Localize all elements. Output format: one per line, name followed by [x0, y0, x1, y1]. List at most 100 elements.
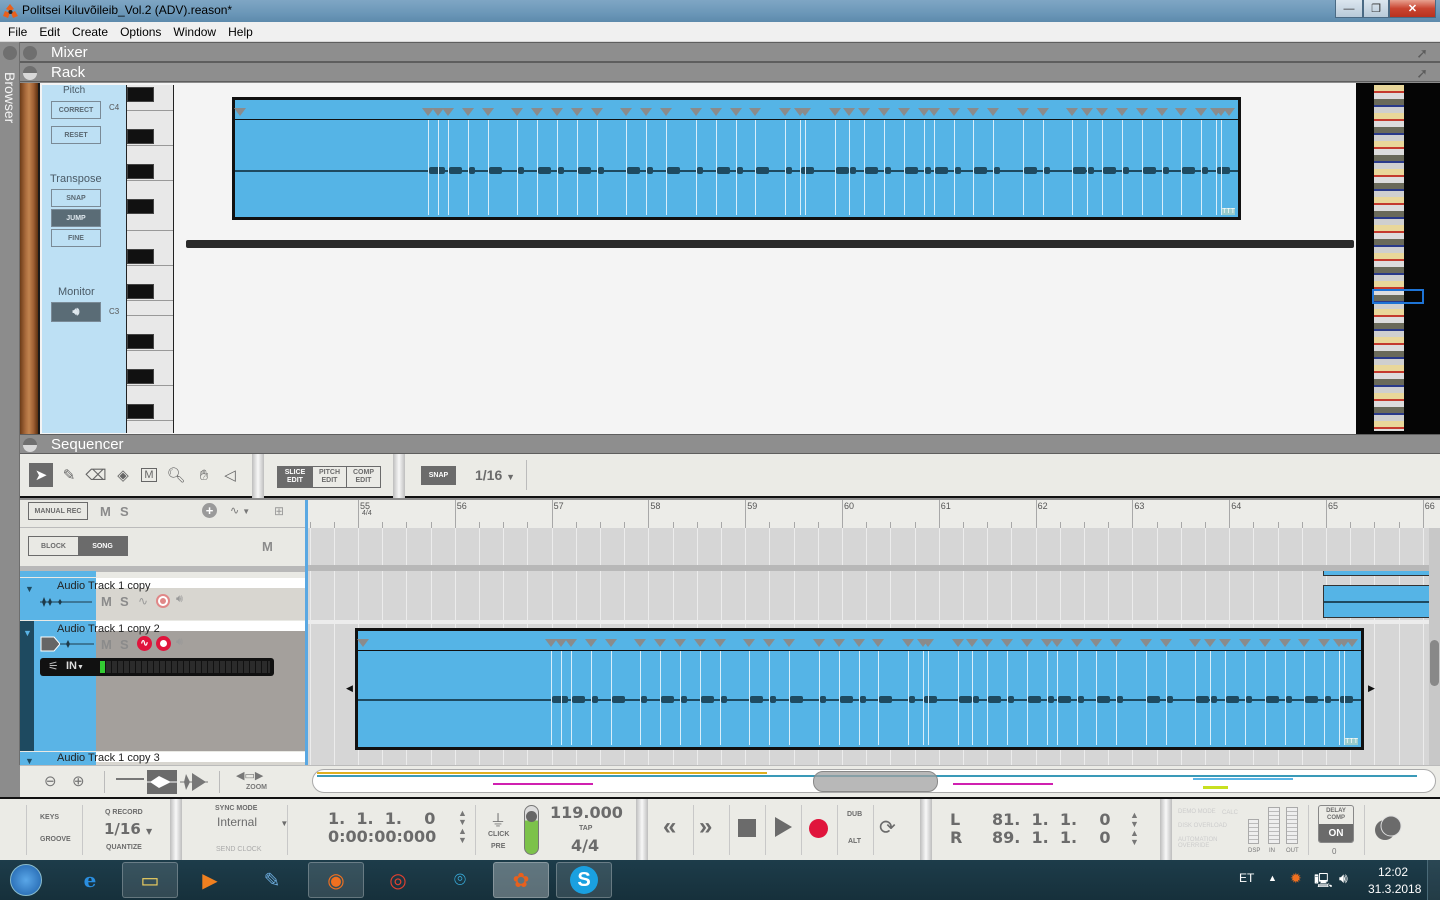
slice-marker[interactable]	[966, 639, 979, 647]
clip-resize-icon[interactable]: TTT	[1345, 738, 1358, 745]
slice-marker[interactable]	[1258, 639, 1271, 647]
firefox-icon[interactable]: ◉	[308, 862, 364, 898]
network-icon[interactable]: 🖳︎	[1314, 870, 1333, 894]
transpose-jump-button[interactable]: JUMP	[51, 209, 101, 227]
mixer-toggle-button[interactable]	[23, 46, 37, 60]
menu-create[interactable]: Create	[66, 25, 114, 39]
slice-marker[interactable]	[1159, 639, 1172, 647]
send-clock-button[interactable]: SEND CLOCK	[216, 846, 262, 853]
slice-marker[interactable]	[749, 108, 762, 116]
track-row-selected[interactable]: ▼ Audio Track 1 copy 2 M S ∿ 🔊︎ ⚟ IN▼	[20, 621, 305, 751]
start-button[interactable]	[10, 864, 42, 896]
sequencer-collapse-button[interactable]	[23, 438, 37, 452]
slice-marker[interactable]	[640, 108, 653, 116]
piano-black-key[interactable]	[127, 164, 154, 179]
slice-marker[interactable]	[921, 639, 934, 647]
slice-marker[interactable]	[798, 108, 811, 116]
track-row[interactable]: ▼ Audio Track 1 copy 3	[20, 752, 305, 766]
slice-marker[interactable]	[843, 108, 856, 116]
snap-button[interactable]: SNAP	[421, 466, 456, 485]
media-player-icon[interactable]: ▶	[182, 862, 238, 898]
add-track-button[interactable]: +	[202, 503, 217, 518]
loop-right-value[interactable]: 89. 1. 1. 0	[992, 828, 1110, 847]
waveform-large-icon[interactable]	[180, 771, 208, 793]
slice-marker[interactable]	[897, 108, 910, 116]
loop-toggle-icon[interactable]: ⟳	[879, 815, 896, 840]
audio-clip-partial[interactable]	[1323, 571, 1440, 576]
play-button[interactable]	[775, 817, 792, 837]
track-lanes[interactable]: TTT ◀ ▶	[305, 528, 1440, 765]
slice-marker[interactable]	[531, 108, 544, 116]
skype-icon[interactable]: S	[556, 862, 612, 898]
slice-marker[interactable]	[1204, 639, 1217, 647]
slice-marker[interactable]	[858, 108, 871, 116]
grid-view-icon[interactable]: ⊞	[274, 504, 284, 518]
snap-value-dropdown[interactable]: 1/16 ▼	[475, 467, 515, 483]
speaker-icon[interactable]: 🔊︎	[176, 593, 183, 606]
zoom-in-icon[interactable]: ⊕	[72, 772, 85, 790]
loop-left-value[interactable]: 81. 1. 1. 0	[992, 810, 1110, 829]
select-arrow-tool[interactable]: ➤	[29, 463, 53, 487]
slice-marker[interactable]	[1189, 639, 1202, 647]
slice-marker[interactable]	[1001, 639, 1014, 647]
slice-marker[interactable]	[693, 639, 706, 647]
rewind-button[interactable]: «	[663, 813, 676, 841]
rack-audio-clip[interactable]: TTT	[232, 97, 1241, 220]
maximize-button[interactable]: ❐	[1363, 0, 1389, 18]
slice-marker[interactable]	[1175, 108, 1188, 116]
internet-explorer-icon[interactable]: e	[62, 862, 118, 898]
slice-marker[interactable]	[902, 639, 915, 647]
slice-marker[interactable]	[674, 639, 687, 647]
keys-button[interactable]: KEYS	[40, 814, 59, 821]
master-solo-button[interactable]: S	[120, 504, 129, 519]
stop-button[interactable]	[738, 819, 756, 837]
track-mute-button[interactable]: M	[101, 594, 112, 609]
slice-marker[interactable]	[1139, 639, 1152, 647]
loop-spinner[interactable]: ▲ ▼ ▲ ▼	[1130, 811, 1139, 847]
monitor-button[interactable]: 🔊︎	[51, 302, 101, 322]
slice-marker[interactable]	[1238, 639, 1251, 647]
slice-marker[interactable]	[604, 639, 617, 647]
slice-marker[interactable]	[1016, 108, 1029, 116]
detach-arrow-icon[interactable]: ➚	[1416, 65, 1428, 82]
manual-rec-button[interactable]: MANUAL REC	[28, 502, 88, 520]
slice-marker[interactable]	[951, 639, 964, 647]
collapse-triangle-icon[interactable]: ▼	[23, 628, 32, 638]
slice-marker[interactable]	[1110, 639, 1123, 647]
edit-mode-comp-button[interactable]: COMP EDIT	[346, 467, 380, 487]
browser-toggle-button[interactable]	[3, 46, 17, 60]
track-row[interactable]: ▼ Audio Track 1 copy M S ∿ 🔊︎	[20, 578, 305, 620]
vertical-scrollbar[interactable]	[1429, 528, 1440, 765]
quantize-value-dropdown[interactable]: 1/16 ▼	[104, 820, 152, 838]
slice-marker[interactable]	[852, 639, 865, 647]
q-record-label[interactable]: Q RECORD	[105, 809, 143, 816]
slice-marker[interactable]	[1096, 108, 1109, 116]
rack-combinator-icon[interactable]	[1374, 815, 1402, 843]
pre-count-button[interactable]: PRE	[491, 843, 505, 850]
slice-marker[interactable]	[357, 639, 369, 647]
slice-marker[interactable]	[1318, 639, 1331, 647]
piano-black-key[interactable]	[127, 249, 154, 264]
close-button[interactable]: ✕	[1389, 0, 1436, 18]
song-button[interactable]: SONG	[78, 537, 127, 555]
transport-track-mute[interactable]: M	[262, 539, 273, 554]
slice-marker[interactable]	[481, 108, 494, 116]
quantize-button[interactable]: QUANTIZE	[106, 844, 142, 851]
slice-marker[interactable]	[779, 108, 792, 116]
speaker-icon[interactable]: 🔊︎	[176, 636, 183, 649]
piano-black-key[interactable]	[127, 404, 154, 419]
slice-marker[interactable]	[1020, 639, 1033, 647]
slice-marker[interactable]	[1036, 108, 1049, 116]
piano-black-key[interactable]	[127, 87, 154, 102]
transpose-fine-button[interactable]: FINE	[51, 229, 101, 247]
slice-marker[interactable]	[927, 108, 940, 116]
slice-marker[interactable]	[1155, 108, 1168, 116]
slice-marker[interactable]	[234, 108, 246, 116]
slice-marker[interactable]	[947, 108, 960, 116]
slice-marker[interactable]	[461, 108, 474, 116]
pencil-tool[interactable]: ✎	[57, 463, 81, 487]
show-desktop-button[interactable]	[1427, 860, 1440, 900]
slice-marker[interactable]	[763, 639, 776, 647]
selected-audio-clip[interactable]: TTT	[355, 628, 1364, 750]
slice-marker[interactable]	[442, 108, 455, 116]
